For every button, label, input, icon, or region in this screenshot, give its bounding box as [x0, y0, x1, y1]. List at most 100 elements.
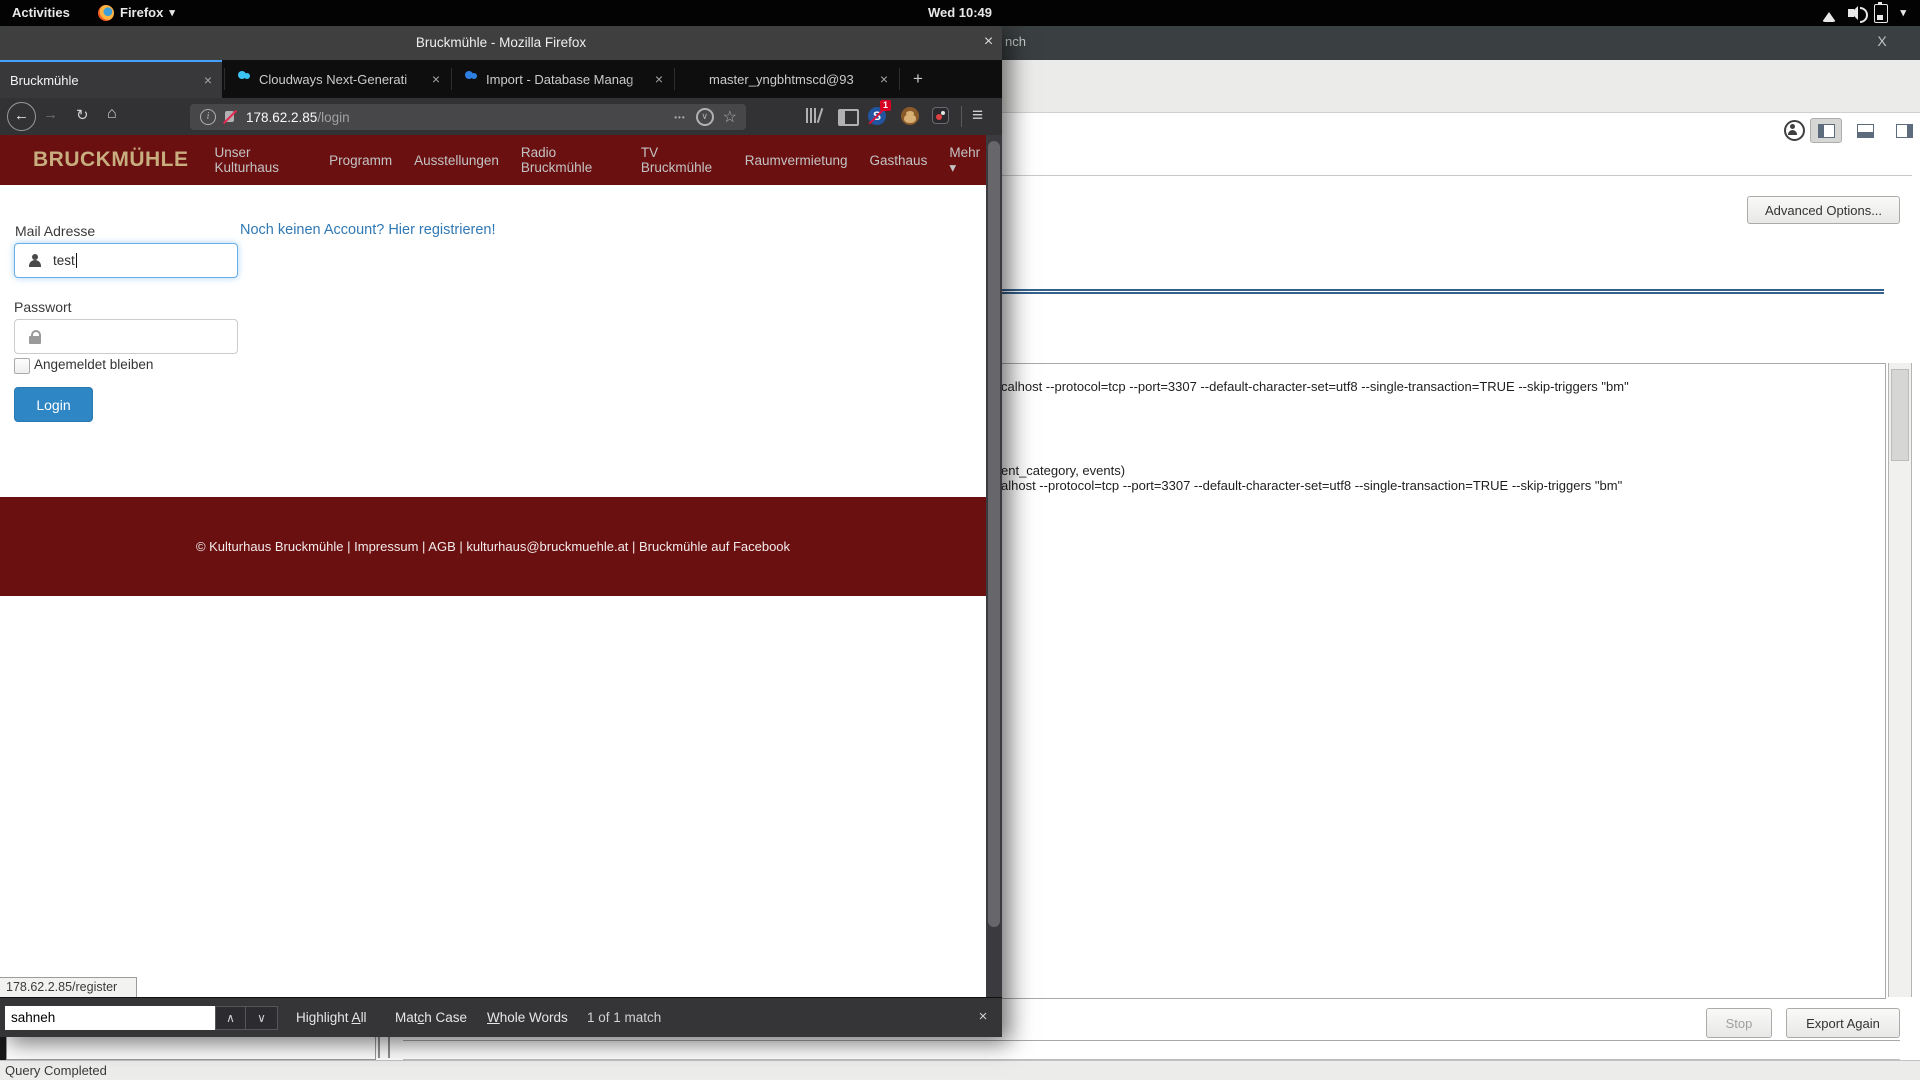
nav-tv-bruckmuehle[interactable]: TV Bruckmühle	[641, 145, 723, 175]
find-input[interactable]: sahneh	[5, 1006, 215, 1030]
monkey-extension-icon[interactable]	[901, 107, 919, 125]
toggle-right-panel-button[interactable]	[1888, 118, 1920, 143]
password-input[interactable]	[14, 319, 238, 354]
activities-button[interactable]: Activities	[12, 0, 70, 26]
panel-toggle-group	[1810, 118, 1920, 143]
url-text[interactable]: 178.62.2.85/login	[246, 110, 674, 125]
home-button[interactable]: ⌂	[107, 105, 117, 123]
tab-divider	[674, 68, 675, 90]
stop-button[interactable]: Stop	[1706, 1008, 1772, 1038]
tab-close-icon[interactable]: ×	[876, 71, 892, 87]
advanced-options-button[interactable]: Advanced Options...	[1747, 196, 1900, 224]
panel-left-icon	[1818, 124, 1835, 138]
match-case-button[interactable]: Match Case	[395, 998, 467, 1038]
firefox-window: Bruckmühle - Mozilla Firefox × Bruckmühl…	[0, 26, 1002, 1037]
tab-strip: Bruckmühle × Cloudways Next-Generati × I…	[0, 60, 1002, 98]
log-scrollbar-thumb[interactable]	[1891, 369, 1909, 461]
pocket-icon[interactable]: ∨	[696, 108, 714, 126]
firefox-icon	[98, 5, 114, 21]
url-path: /login	[317, 110, 349, 125]
tab-divider	[899, 68, 900, 90]
log-scrollbar[interactable]	[1888, 363, 1912, 997]
tab-close-icon[interactable]: ×	[200, 72, 216, 88]
find-next-button[interactable]: ∨	[246, 1006, 278, 1030]
find-previous-button[interactable]: ∧	[215, 1006, 246, 1030]
library-icon[interactable]	[806, 108, 826, 123]
firefox-window-title: Bruckmühle - Mozilla Firefox	[0, 26, 1002, 60]
url-bar[interactable]: i 178.62.2.85/login ••• ∨ ☆	[190, 104, 746, 130]
tab-label: master_yngbhtmscd@93	[709, 72, 876, 87]
forward-button[interactable]: →	[43, 106, 58, 123]
nav-ausstellungen[interactable]: Ausstellungen	[414, 153, 499, 168]
extension-badge: 1	[880, 100, 891, 111]
export-again-button[interactable]: Export Again	[1786, 1008, 1900, 1038]
site-logo[interactable]: BRUCKMÜHLE	[33, 148, 189, 172]
log-line: ent_category, events)	[1001, 463, 1886, 478]
highlight-all-button[interactable]: Highlight All	[296, 998, 367, 1038]
navigation-toolbar: ← → ↻ ⌂ i 178.62.2.85/login ••• ∨ ☆ S 1 …	[0, 98, 1002, 135]
workbench-title-text: nch	[1005, 34, 1026, 49]
nav-mehr[interactable]: Mehr ▾	[949, 145, 986, 176]
mail-label: Mail Adresse	[15, 223, 95, 239]
login-button[interactable]: Login	[14, 387, 93, 422]
page-actions-icon[interactable]: •••	[674, 113, 685, 122]
toggle-bottom-panel-button[interactable]	[1849, 118, 1881, 143]
workbench-close-button[interactable]: X	[1872, 33, 1892, 49]
window-close-button[interactable]: ×	[975, 26, 1002, 60]
find-result-count: 1 of 1 match	[587, 998, 661, 1038]
system-tray[interactable]: ▾	[1822, 0, 1906, 26]
tab-divider	[451, 68, 452, 90]
url-host: 178.62.2.85	[246, 110, 317, 125]
page-scrollbar[interactable]	[986, 135, 1002, 997]
log-line: alhost --protocol=tcp --port=3307 --defa…	[1001, 478, 1886, 493]
nav-unser-kulturhaus[interactable]: Unser Kulturhaus	[215, 145, 308, 175]
remember-label: Angemeldet bleiben	[34, 357, 153, 372]
person-icon	[29, 254, 41, 267]
site-navbar: BRUCKMÜHLE Unser Kulturhaus Programm Aus…	[0, 135, 986, 185]
nav-radio-bruckmuehle[interactable]: Radio Bruckmühle	[521, 145, 619, 175]
whole-words-button[interactable]: Whole Words	[487, 998, 568, 1038]
new-tab-button[interactable]: +	[905, 67, 931, 91]
firefox-app-menu[interactable]: Firefox ▾	[98, 0, 175, 26]
find-close-icon[interactable]: ×	[970, 998, 996, 1038]
tab-cloudways[interactable]: Cloudways Next-Generati ×	[227, 60, 450, 98]
mail-input[interactable]: test	[14, 243, 238, 278]
cloud-favicon	[463, 71, 479, 87]
remember-checkbox[interactable]	[14, 358, 30, 374]
clock[interactable]: Wed 10:49	[905, 0, 1015, 26]
bookmark-star-icon[interactable]: ☆	[723, 107, 737, 127]
tab-bruckmuehle[interactable]: Bruckmühle ×	[0, 60, 222, 98]
page-scrollbar-thumb[interactable]	[988, 141, 1000, 927]
toggle-left-panel-button[interactable]	[1810, 118, 1842, 143]
panel-bottom-icon	[1857, 124, 1874, 138]
tab-close-icon[interactable]: ×	[428, 71, 444, 87]
tab-close-icon[interactable]: ×	[651, 71, 667, 87]
mail-input-value: test	[53, 253, 75, 268]
nav-gasthaus[interactable]: Gasthaus	[870, 153, 928, 168]
back-button[interactable]: ←	[7, 102, 36, 131]
tab-database-import[interactable]: Import - Database Manag ×	[454, 60, 673, 98]
site-info-icon[interactable]: i	[200, 109, 216, 125]
tab-master-db[interactable]: master_yngbhtmscd@93 ×	[677, 60, 898, 98]
permissions-blocked-icon[interactable]	[224, 110, 236, 124]
panel-splitter[interactable]	[388, 1037, 390, 1058]
text-cursor	[76, 253, 78, 268]
tab-label: Import - Database Manag	[486, 72, 651, 87]
reload-button[interactable]: ↻	[76, 106, 89, 124]
recorder-extension-icon[interactable]	[932, 107, 949, 124]
register-link[interactable]: Noch keinen Account? Hier registrieren!	[240, 222, 496, 238]
menu-hamburger-icon[interactable]: ≡	[972, 104, 983, 128]
sidebar-icon[interactable]	[838, 109, 859, 126]
toolbar-separator	[961, 106, 962, 127]
spiral-favicon	[686, 71, 702, 87]
site-nav-links: Unser Kulturhaus Programm Ausstellungen …	[215, 145, 987, 176]
panel-splitter[interactable]	[378, 1037, 380, 1058]
app-menu-label: Firefox	[120, 0, 163, 26]
password-label: Passwort	[14, 299, 72, 315]
nav-raumvermietung[interactable]: Raumvermietung	[745, 153, 848, 168]
nav-programm[interactable]: Programm	[329, 153, 392, 168]
desktop: nch X Advanced Options... calhost --prot…	[0, 0, 1920, 1080]
footer-text: © Kulturhaus Bruckmühle | Impressum | AG…	[196, 539, 790, 554]
user-icon[interactable]	[1784, 120, 1805, 141]
tab-divider	[224, 68, 225, 90]
